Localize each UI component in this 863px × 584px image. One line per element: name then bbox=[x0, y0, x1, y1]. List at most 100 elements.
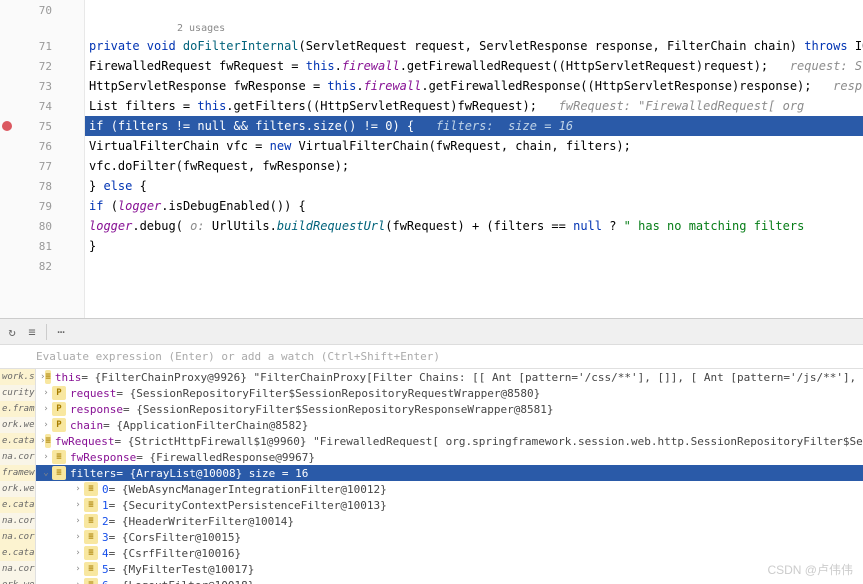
code-line[interactable]: HttpServletResponse fwResponse = this.fi… bbox=[85, 76, 863, 96]
variables-column[interactable]: ›≡this = {FilterChainProxy@9926} "Filter… bbox=[36, 369, 863, 584]
variable-type-icon: ≡ bbox=[52, 466, 66, 480]
variable-name: response bbox=[70, 403, 123, 416]
expand-icon[interactable]: › bbox=[72, 548, 84, 558]
usages-hint[interactable]: 2 usages bbox=[85, 20, 863, 36]
expand-icon[interactable]: › bbox=[72, 516, 84, 526]
variable-type-icon: ≡ bbox=[84, 498, 98, 512]
variable-row[interactable]: ›≡0 = {WebAsyncManagerIntegrationFilter@… bbox=[36, 481, 863, 497]
variable-name: chain bbox=[70, 419, 103, 432]
expand-icon[interactable]: › bbox=[40, 452, 52, 462]
variable-index: 4 bbox=[102, 547, 109, 560]
variable-type-icon: ≡ bbox=[84, 514, 98, 528]
stack-frame-item[interactable]: ork.we bbox=[0, 577, 35, 584]
watermark: CSDN @卢伟伟 bbox=[767, 561, 853, 578]
variable-row[interactable]: ›≡5 = {MyFilterTest@10017} bbox=[36, 561, 863, 577]
debug-pane: ↻ ≡ ⋯ Evaluate expression (Enter) or add… bbox=[0, 319, 863, 584]
watch-input[interactable]: Evaluate expression (Enter) or add a wat… bbox=[0, 345, 863, 369]
gutter-line[interactable]: 70 bbox=[0, 0, 84, 20]
gutter-line[interactable]: 76 bbox=[0, 136, 84, 156]
code-line[interactable]: List filters = this.getFilters((HttpServ… bbox=[85, 96, 863, 116]
variable-type-icon: ≡ bbox=[84, 578, 98, 584]
variable-index: 3 bbox=[102, 531, 109, 544]
variable-value: = {WebAsyncManagerIntegrationFilter@1001… bbox=[109, 483, 387, 496]
variable-row[interactable]: ›≡fwRequest = {StrictHttpFirewall$1@9960… bbox=[36, 433, 863, 449]
variable-type-icon: P bbox=[52, 386, 66, 400]
variable-row-selected[interactable]: ⌄≡filters = {ArrayList@10008} size = 16 bbox=[36, 465, 863, 481]
code-line[interactable] bbox=[85, 0, 863, 20]
variable-row[interactable]: ›≡2 = {HeaderWriterFilter@10014} bbox=[36, 513, 863, 529]
breakpoint-icon[interactable] bbox=[2, 121, 12, 131]
stack-frame-item[interactable]: e.catal bbox=[0, 497, 35, 513]
stack-frame-item[interactable]: work.s bbox=[0, 369, 35, 385]
stack-frame-item[interactable]: e.catal bbox=[0, 545, 35, 561]
code-line[interactable]: vfc.doFilter(fwRequest, fwResponse); bbox=[85, 156, 863, 176]
restart-icon[interactable]: ↻ bbox=[4, 324, 20, 340]
stack-frame-item[interactable]: framew bbox=[0, 465, 35, 481]
expand-icon[interactable]: › bbox=[72, 500, 84, 510]
collapse-icon[interactable]: ⌄ bbox=[40, 468, 52, 478]
line-gutter[interactable]: 70 717273747576777879808182 bbox=[0, 0, 85, 318]
expand-icon[interactable]: › bbox=[40, 420, 52, 430]
expand-icon[interactable]: › bbox=[72, 484, 84, 494]
variable-type-icon: ≡ bbox=[84, 530, 98, 544]
gutter-line[interactable]: 77 bbox=[0, 156, 84, 176]
variable-index: 6 bbox=[102, 579, 109, 584]
variable-row[interactable]: ›≡1 = {SecurityContextPersistenceFilter@… bbox=[36, 497, 863, 513]
frames-column[interactable]: work.scurity.e.framork.wee.catalna.coref… bbox=[0, 369, 36, 584]
variable-row[interactable]: ›≡6 = {LogoutFilter@10018} bbox=[36, 577, 863, 584]
gutter-line[interactable]: 81 bbox=[0, 236, 84, 256]
variable-index: 1 bbox=[102, 499, 109, 512]
gutter-line[interactable]: 80 bbox=[0, 216, 84, 236]
variable-row[interactable]: ›Pchain = {ApplicationFilterChain@8582} bbox=[36, 417, 863, 433]
expand-icon[interactable]: › bbox=[40, 404, 52, 414]
gutter-line[interactable]: 73 bbox=[0, 76, 84, 96]
variable-row[interactable]: ›≡4 = {CsrfFilter@10016} bbox=[36, 545, 863, 561]
stack-frame-item[interactable]: na.core bbox=[0, 449, 35, 465]
variable-row[interactable]: ›≡ 3 = {CorsFilter@10015} bbox=[36, 529, 863, 545]
stack-frame-item[interactable]: na.core bbox=[0, 513, 35, 529]
variable-name: this bbox=[55, 371, 82, 384]
code-area[interactable]: 2 usages private void doFilterInternal(S… bbox=[85, 0, 863, 318]
stack-frame-item[interactable]: na.core bbox=[0, 561, 35, 577]
code-line[interactable]: private void doFilterInternal(ServletReq… bbox=[85, 36, 863, 56]
stack-frame-item[interactable]: ork.we bbox=[0, 417, 35, 433]
code-line[interactable]: if (logger.isDebugEnabled()) { bbox=[85, 196, 863, 216]
gutter-line[interactable]: 72 bbox=[0, 56, 84, 76]
gutter-line[interactable]: 78 bbox=[0, 176, 84, 196]
variable-value: = {FilterChainProxy@9926} "FilterChainPr… bbox=[81, 371, 863, 384]
code-line[interactable]: VirtualFilterChain vfc = new VirtualFilt… bbox=[85, 136, 863, 156]
expand-icon[interactable]: › bbox=[72, 564, 84, 574]
code-line[interactable]: logger.debug( o: UrlUtils.buildRequestUr… bbox=[85, 216, 863, 236]
variable-index: 0 bbox=[102, 483, 109, 496]
gutter-line[interactable]: 71 bbox=[0, 36, 84, 56]
variable-type-icon: ≡ bbox=[45, 370, 50, 384]
variable-row[interactable]: ›≡fwResponse = {FirewalledResponse@9967} bbox=[36, 449, 863, 465]
gutter-line[interactable]: 75 bbox=[0, 116, 84, 136]
stack-frame-item[interactable]: na.core bbox=[0, 529, 35, 545]
stack-icon[interactable]: ≡ bbox=[24, 324, 40, 340]
code-line[interactable]: } else { bbox=[85, 176, 863, 196]
stack-frame-item[interactable]: curity. bbox=[0, 385, 35, 401]
code-line[interactable]: } bbox=[85, 236, 863, 256]
variable-value: = {CorsFilter@10015} bbox=[109, 531, 241, 544]
code-line[interactable] bbox=[85, 256, 863, 276]
expand-icon[interactable]: › bbox=[72, 532, 84, 542]
variable-type-icon: P bbox=[52, 402, 66, 416]
expand-icon[interactable]: › bbox=[72, 580, 84, 584]
gutter-line[interactable]: 82 bbox=[0, 256, 84, 276]
separator bbox=[46, 324, 47, 340]
expand-icon[interactable]: › bbox=[40, 388, 52, 398]
gutter-line[interactable]: 79 bbox=[0, 196, 84, 216]
stack-frame-item[interactable]: e.fram bbox=[0, 401, 35, 417]
more-icon[interactable]: ⋯ bbox=[53, 324, 69, 340]
variable-row[interactable]: ›≡this = {FilterChainProxy@9926} "Filter… bbox=[36, 369, 863, 385]
variable-name: fwResponse bbox=[70, 451, 136, 464]
code-line[interactable]: FirewalledRequest fwRequest = this.firew… bbox=[85, 56, 863, 76]
variable-value: = {ArrayList@10008} size = 16 bbox=[116, 467, 308, 480]
gutter-line[interactable]: 74 bbox=[0, 96, 84, 116]
stack-frame-item[interactable]: ork.we bbox=[0, 481, 35, 497]
code-line[interactable]: if (filters != null && filters.size() !=… bbox=[85, 116, 863, 136]
variable-row[interactable]: ›Presponse = {SessionRepositoryFilter$Se… bbox=[36, 401, 863, 417]
stack-frame-item[interactable]: e.catal bbox=[0, 433, 35, 449]
variable-row[interactable]: ›Prequest = {SessionRepositoryFilter$Ses… bbox=[36, 385, 863, 401]
